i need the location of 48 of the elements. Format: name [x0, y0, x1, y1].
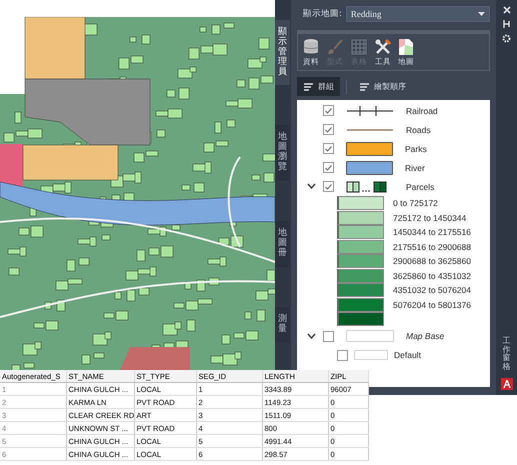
map-dropdown[interactable]: Redding	[346, 6, 490, 22]
layer-name: Roads	[406, 124, 431, 134]
railroad-symbol-icon	[346, 104, 394, 116]
blank-swatch-icon	[354, 350, 388, 360]
layer-name: Parcels	[406, 182, 434, 192]
chevron-icon[interactable]	[307, 183, 316, 190]
side-tab[interactable]: 地圖冊	[275, 221, 290, 267]
app-logo-icon	[500, 378, 512, 390]
view-button[interactable]: 繪製順序	[353, 77, 412, 96]
database-icon	[302, 38, 320, 56]
checkbox[interactable]	[337, 350, 348, 360]
layer-name: Map Base	[406, 331, 444, 341]
checkbox[interactable]	[323, 124, 334, 135]
layers-icon	[303, 82, 314, 91]
range-label: 0 to 725172	[393, 198, 438, 208]
checkbox[interactable]	[323, 143, 334, 154]
side-tab[interactable]: 測量	[275, 306, 290, 342]
close-icon[interactable]	[502, 6, 510, 14]
layer-name: Railroad	[406, 106, 438, 116]
dropdown-caret-icon	[478, 12, 485, 16]
settings-icon[interactable]	[502, 34, 511, 43]
checkbox[interactable]	[323, 330, 334, 342]
range-label: 4351032 to 5076204	[393, 285, 471, 296]
road-symbol-icon	[346, 128, 394, 132]
map-icon	[398, 38, 414, 56]
tools-icon	[374, 38, 392, 56]
checkbox[interactable]	[323, 162, 334, 173]
range-label: 3625860 to 4351032	[393, 270, 471, 281]
range-label: 2900688 to 3625860	[393, 256, 471, 266]
checkbox[interactable]	[323, 105, 334, 116]
brush-icon	[326, 38, 344, 56]
side-tab[interactable]: 地圖瀏覽	[275, 125, 290, 182]
range-label: 5076204 to 5801376	[393, 300, 471, 310]
range-label: 1450344 to 2175516	[393, 227, 471, 238]
layers-icon	[359, 82, 370, 91]
checkbox[interactable]	[323, 181, 334, 192]
layer-name: Parks	[405, 144, 427, 154]
range-label: 2175516 to 2900688	[393, 242, 471, 252]
map-selector-label: 顯示地圖:	[303, 8, 342, 20]
task-pane-label: 工作窗格	[502, 336, 510, 372]
style-name: Default	[394, 350, 421, 360]
view-button[interactable]: 群組	[297, 77, 340, 96]
blank-swatch-icon	[346, 330, 394, 342]
side-tab[interactable]: 顯示管理員	[275, 20, 290, 86]
layer-name: River	[405, 162, 425, 172]
range-label: 725172 to 1450344	[393, 212, 466, 223]
chevron-icon[interactable]	[307, 332, 316, 340]
grid-icon	[350, 38, 368, 56]
